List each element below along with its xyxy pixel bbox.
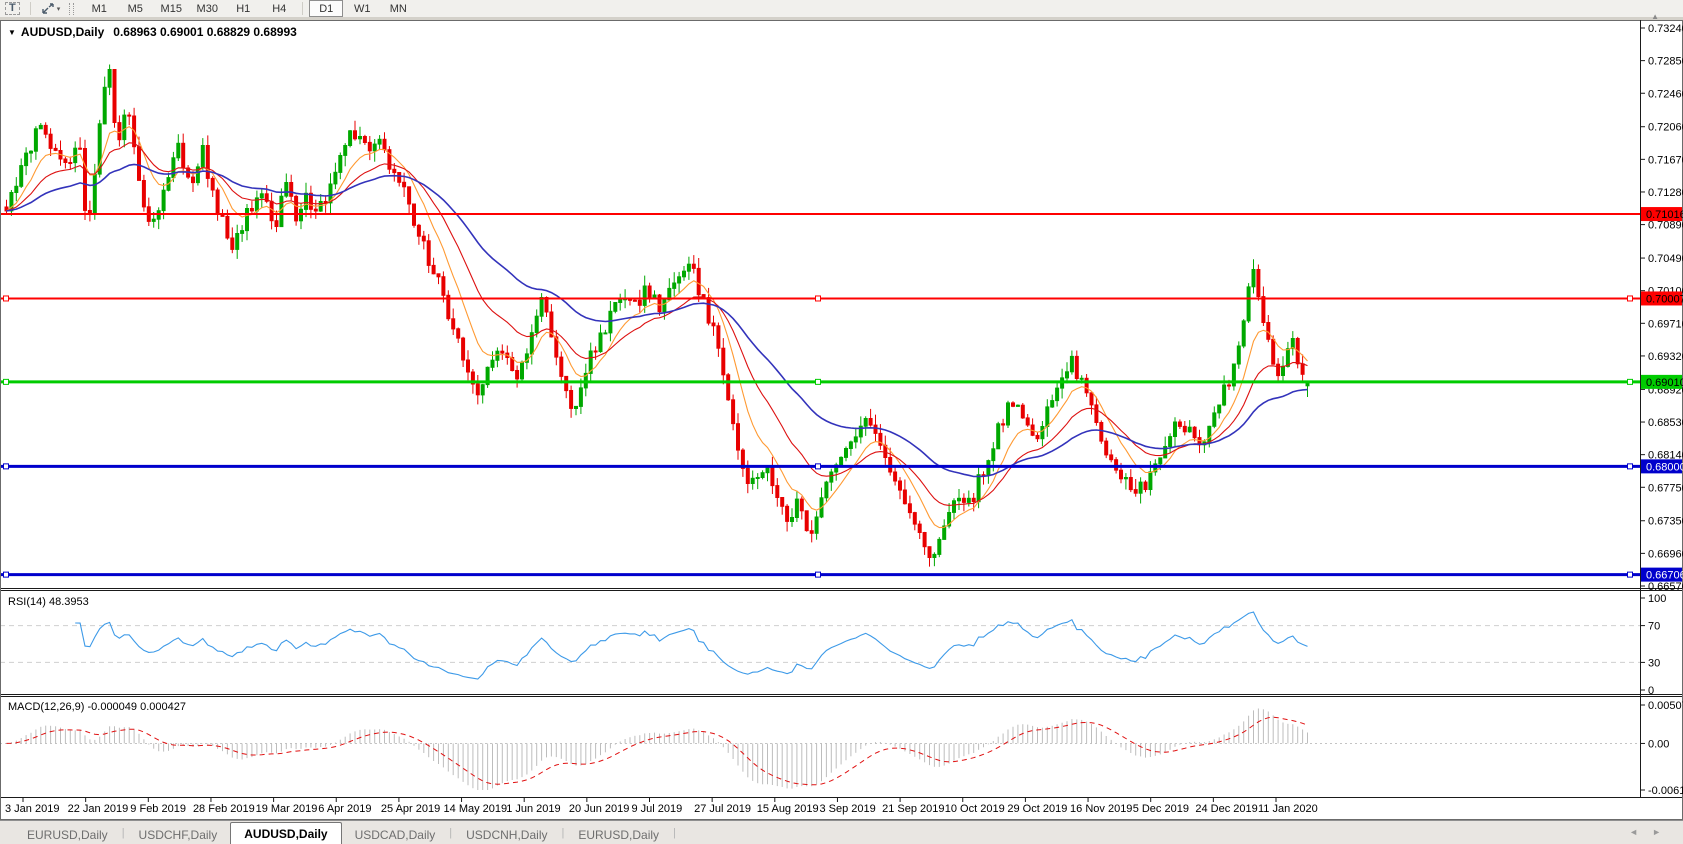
line-handle[interactable]: [816, 464, 821, 469]
price-tick-label: 0.67350: [1648, 516, 1683, 528]
time-axis-label: 19 Mar 2019: [256, 803, 318, 815]
rsi-tick-label: 0: [1648, 685, 1654, 697]
tab-divider: |: [449, 827, 452, 839]
price-tick-label: 0.72060: [1648, 122, 1683, 134]
timeframe-button-h1[interactable]: H1: [226, 0, 260, 17]
chart-tabs: EURUSD,Daily|USDCHF,DailyAUDUSD,DailyUSD…: [0, 821, 1683, 844]
rsi-tick-label: 30: [1648, 657, 1660, 669]
level-price-label-text: 0.66706: [1646, 570, 1683, 582]
toolbar: T ▾ M1M5M15M30H1H4 D1W1MN: [0, 0, 1683, 18]
price-tick-label: 0.66960: [1648, 548, 1683, 560]
time-axis-label: 22 Jan 2019: [68, 803, 129, 815]
timeframe-button-m15[interactable]: M15: [154, 0, 188, 17]
chart-background: [0, 20, 1683, 820]
price-tick-label: 0.67750: [1648, 482, 1683, 494]
line-handle[interactable]: [4, 464, 9, 469]
tabs-scroll-right-icon[interactable]: ►: [1652, 827, 1675, 837]
time-axis-label: 20 Jun 2019: [569, 803, 630, 815]
rsi-tick-label: 100: [1648, 593, 1666, 605]
time-axis-label: 6 Apr 2019: [318, 803, 371, 815]
tabs-scroll-left-icon[interactable]: ◄: [1629, 827, 1652, 837]
timeframe-button-h4[interactable]: H4: [262, 0, 296, 17]
tab-scroll-arrows: ◄►: [1629, 827, 1675, 837]
macd-tick-label: 0.005076: [1648, 700, 1683, 712]
timeframe-button-m1[interactable]: M1: [82, 0, 116, 17]
chart-tab-usdcnh-daily[interactable]: USDCNH,Daily: [453, 825, 560, 844]
time-axis-label: 14 May 2019: [444, 803, 508, 815]
timeframe-toolbar: M1M5M15M30H1H4 D1W1MN: [81, 0, 416, 17]
price-tick-label: 0.72460: [1648, 88, 1683, 100]
level-price-label-text: 0.70007: [1646, 293, 1683, 305]
level-price-label-text: 0.69010: [1646, 377, 1683, 389]
tab-divider: |: [673, 827, 676, 839]
chart-tab-bar: EURUSD,Daily|USDCHF,DailyAUDUSD,DailyUSD…: [0, 820, 1683, 844]
time-axis-label: 9 Feb 2019: [130, 803, 186, 815]
macd-tick-label: -0.006148: [1648, 785, 1683, 797]
time-axis-label: 16 Nov 2019: [1070, 803, 1132, 815]
line-handle[interactable]: [1628, 379, 1633, 384]
tab-divider: |: [561, 827, 564, 839]
line-handle[interactable]: [1628, 572, 1633, 577]
timeframe-button-w1[interactable]: W1: [345, 0, 379, 17]
price-tick-label: 0.70490: [1648, 253, 1683, 265]
line-handle[interactable]: [816, 379, 821, 384]
text-tool-button[interactable]: T: [1, 0, 24, 17]
line-handle[interactable]: [1628, 296, 1633, 301]
level-price-label-text: 0.68000: [1646, 461, 1683, 473]
chart-tab-audusd-daily[interactable]: AUDUSD,Daily: [230, 822, 341, 844]
dropdown-caret-icon: ▾: [57, 5, 61, 13]
chart-tab-usdchf-daily[interactable]: USDCHF,Daily: [126, 825, 231, 844]
price-tick-label: 0.68530: [1648, 417, 1683, 429]
arrange-charts-button[interactable]: ▾: [37, 0, 65, 17]
tab-divider: |: [122, 827, 125, 839]
time-axis-label: 9 Jul 2019: [632, 803, 683, 815]
level-price-label-text: 0.71016: [1646, 209, 1683, 221]
rsi-tick-label: 70: [1648, 621, 1660, 633]
time-axis-label: 11 Jan 2020: [1258, 803, 1318, 815]
price-tick-label: 0.73240: [1648, 23, 1683, 35]
price-tick-label: 0.71670: [1648, 154, 1683, 166]
toolbar-grip[interactable]: [69, 3, 74, 15]
time-axis-label: 21 Sep 2019: [882, 803, 944, 815]
line-handle[interactable]: [816, 296, 821, 301]
time-axis-label: 24 Dec 2019: [1195, 803, 1257, 815]
toolbar-separator: [30, 2, 31, 15]
time-axis-label: 5 Dec 2019: [1133, 803, 1189, 815]
toolbar-separator: [302, 2, 303, 15]
time-axis-label: 15 Aug 2019: [757, 803, 819, 815]
chart-tab-eurusd-daily[interactable]: EURUSD,Daily: [565, 825, 672, 844]
time-axis-label: 29 Oct 2019: [1007, 803, 1067, 815]
price-tick-label: 0.71280: [1648, 187, 1683, 199]
chart-canvas[interactable]: 0.73240 0.72850 0.72460 0.72060 0.71670 0.712…: [0, 20, 1683, 820]
chart-tab-usdcad-daily[interactable]: USDCAD,Daily: [342, 825, 449, 844]
line-handle[interactable]: [816, 572, 821, 577]
price-tick-label: 0.69320: [1648, 351, 1683, 363]
time-axis-label: 28 Feb 2019: [193, 803, 255, 815]
timeframe-button-mn[interactable]: MN: [381, 0, 415, 17]
macd-tick-label: 0.00: [1648, 738, 1669, 750]
mt4-window: T ▾ M1M5M15M30H1H4D1W1MN ▲ 0.732400.7285…: [0, 0, 1683, 844]
price-tick-label: 0.66570: [1648, 581, 1683, 593]
price-tick-label: 0.69710: [1648, 318, 1683, 330]
time-axis-label: 1 Jun 2019: [506, 803, 560, 815]
time-axis-label: 27 Jul 2019: [694, 803, 751, 815]
price-tick-label: 0.70890: [1648, 220, 1683, 232]
text-tool-icon: T: [5, 2, 20, 15]
timeframe-button-m30[interactable]: M30: [190, 0, 224, 17]
line-handle[interactable]: [4, 296, 9, 301]
line-handle[interactable]: [1628, 464, 1633, 469]
price-tick-label: 0.72850: [1648, 56, 1683, 68]
time-axis-label: 10 Oct 2019: [945, 803, 1005, 815]
line-handle[interactable]: [4, 572, 9, 577]
double-arrow-icon: [41, 3, 55, 15]
timeframe-button-d1[interactable]: D1: [309, 0, 343, 17]
time-axis-label: 3 Jan 2019: [5, 803, 59, 815]
timeframe-button-m5[interactable]: M5: [118, 0, 152, 17]
chart-window[interactable]: 0.73240 0.72850 0.72460 0.72060 0.71670 0.712…: [0, 20, 1683, 820]
time-axis-label: 3 Sep 2019: [819, 803, 875, 815]
line-handle[interactable]: [4, 379, 9, 384]
chart-tab-eurusd-daily[interactable]: EURUSD,Daily: [14, 825, 121, 844]
time-axis-label: 25 Apr 2019: [381, 803, 440, 815]
